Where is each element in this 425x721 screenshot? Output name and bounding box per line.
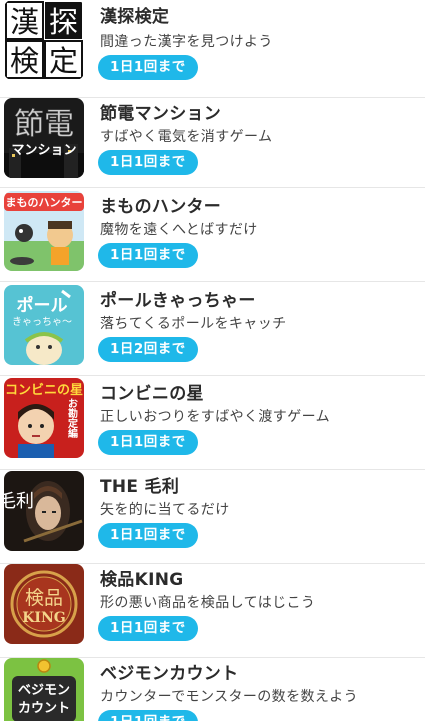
play-limit-badge: 1日1回まで <box>98 243 198 268</box>
play-limit-badge: 1日1回まで <box>98 55 198 80</box>
svg-text:検: 検 <box>10 44 39 78</box>
svg-text:毛利: 毛利 <box>4 491 34 512</box>
game-description: 魔物を遠くへとばすだけ <box>100 222 258 238</box>
play-limit-badge: 1日1回まで <box>98 616 198 641</box>
play-limit-badge: 1日1回まで <box>98 710 198 721</box>
play-limit-badge: 1日2回まで <box>98 337 198 362</box>
play-limit-badge: 1日1回まで <box>98 523 198 548</box>
game-title: ベジモンカウント <box>100 664 239 684</box>
svg-text:カウント: カウント <box>18 701 70 716</box>
game-title: 検品KING <box>100 570 184 590</box>
game-item-setsuden-mansion[interactable]: 節電 マンション 節電マンション すばやく電気を消すゲーム 1日1回まで <box>0 94 425 188</box>
game-item-pole-catcher[interactable]: ポール きゃっちゃ〜 ポールきゃっちゃー 落ちてくるポールをキャッチ 1日2回ま… <box>0 282 425 376</box>
svg-text:検品: 検品 <box>25 587 63 609</box>
game-description: 落ちてくるポールをキャッチ <box>100 316 287 332</box>
game-description: 間違った漢字を見つけよう <box>100 34 273 50</box>
svg-text:ベジモン: ベジモン <box>18 683 70 698</box>
game-description: 矢を的に当てるだけ <box>100 502 230 518</box>
game-item-the-mouri[interactable]: 毛利 THE 毛利 矢を的に当てるだけ 1日1回まで <box>0 470 425 564</box>
kantan-kentei-icon: 漢 探 検 定 <box>4 0 84 80</box>
svg-text:KING: KING <box>22 610 65 626</box>
svg-text:まものハンター: まものハンター <box>6 196 83 209</box>
game-item-kenpin-king[interactable]: 検品 KING 検品KING 形の悪い商品を検品してはじこう 1日1回まで <box>0 564 425 658</box>
game-item-kantan-kentei[interactable]: 漢 探 検 定 漢探検定 間違った漢字を見つけよう 1日1回まで <box>0 0 425 98</box>
game-title: コンビニの星 <box>100 384 204 404</box>
game-description: 形の悪い商品を検品してはじこう <box>100 595 316 611</box>
setsuden-mansion-icon: 節電 マンション <box>4 98 84 178</box>
game-title: THE 毛利 <box>100 477 180 497</box>
play-limit-badge: 1日1回まで <box>98 430 198 455</box>
game-list: 漢 探 検 定 漢探検定 間違った漢字を見つけよう 1日1回まで 節電 マンショ… <box>0 0 425 721</box>
game-description: 正しいおつりをすばやく渡すゲーム <box>100 409 330 425</box>
svg-text:コンビニの星: コンビニの星 <box>5 382 83 398</box>
mamono-hunter-icon: まものハンター <box>4 191 84 271</box>
game-description: カウンターでモンスターの数を数えよう <box>100 689 359 705</box>
konbini-no-hoshi-icon: コンビニの星 お勘定編 <box>4 378 84 458</box>
game-item-mamono-hunter[interactable]: まものハンター まものハンター 魔物を遠くへとばすだけ 1日1回まで <box>0 188 425 282</box>
game-title: 漢探検定 <box>100 7 170 27</box>
kenpin-king-icon: 検品 KING <box>4 564 84 644</box>
svg-text:漢: 漢 <box>10 5 39 39</box>
svg-text:探: 探 <box>49 5 78 39</box>
svg-text:定: 定 <box>49 44 78 78</box>
play-limit-badge: 1日1回まで <box>98 150 198 175</box>
vegimon-count-icon: ベジモン カウント <box>4 658 84 721</box>
svg-text:きゃっちゃ〜: きゃっちゃ〜 <box>12 316 72 328</box>
game-item-konbini-no-hoshi[interactable]: コンビニの星 お勘定編 コンビニの星 正しいおつりをすばやく渡すゲーム 1日1回… <box>0 376 425 470</box>
game-title: 節電マンション <box>100 104 222 124</box>
pole-catcher-icon: ポール きゃっちゃ〜 <box>4 285 84 365</box>
game-title: まものハンター <box>100 197 222 217</box>
svg-text:マンション: マンション <box>11 143 76 158</box>
game-item-vegimon-count[interactable]: ベジモン カウント ベジモンカウント カウンターでモンスターの数を数えよう 1日… <box>0 658 425 721</box>
the-mouri-icon: 毛利 <box>4 471 84 551</box>
svg-text:お勘定編: お勘定編 <box>66 398 78 439</box>
svg-text:節電: 節電 <box>14 107 74 142</box>
svg-text:ポール: ポール <box>17 295 68 316</box>
game-title: ポールきゃっちゃー <box>100 291 256 311</box>
game-description: すばやく電気を消すゲーム <box>100 129 273 145</box>
